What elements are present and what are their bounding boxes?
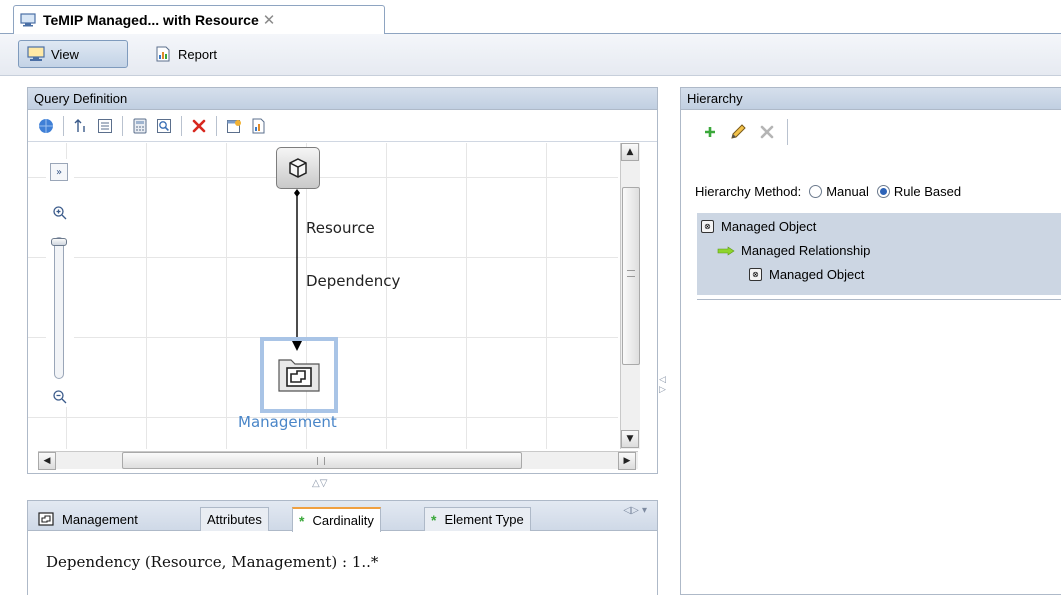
tab-temip-managed[interactable]: TeMIP Managed... with Resource ✕ [13,5,385,34]
details-tab-bar: Management Attributes * Cardinality * El… [28,501,657,532]
zoom-out-icon[interactable] [52,389,68,405]
hierarchy-tree-divider [697,299,1061,300]
tab-attributes[interactable]: Attributes [200,507,269,531]
tab-attributes-label: Attributes [207,512,262,527]
zoom-control: » [46,159,74,407]
list-icon[interactable] [95,116,115,136]
star-icon: * [299,512,305,529]
report-icon[interactable] [248,116,268,136]
zoom-rectangle-icon[interactable] [154,116,174,136]
hierarchy-panel: Hierarchy Hierarchy Method: Manual Rule … [680,87,1061,595]
hierarchy-tree: ⊗ Managed Object Managed Relationship ⊗ … [697,213,1061,295]
tab-cardinality[interactable]: * Cardinality [292,507,381,532]
canvas-horizontal-scrollbar[interactable]: ◀ ▶ [38,451,638,470]
tab-strip: TeMIP Managed... with Resource ✕ [0,0,1061,34]
rule-based-radio[interactable] [876,185,890,198]
add-icon[interactable] [703,125,717,139]
resource-node[interactable] [276,147,320,189]
vertical-splitter-handle[interactable]: ◁ ▷ [659,375,666,395]
canvas-vertical-scrollbar[interactable]: ▲ ▼ [620,143,640,449]
report-icon [156,46,170,62]
main-toolbar: View Report [0,34,1061,76]
scroll-down-icon[interactable]: ▼ [621,430,639,448]
delete-icon[interactable] [189,116,209,136]
management-icon [278,359,320,392]
cardinality-text: Dependency (Resource, Management) : 1..* [46,553,379,571]
monitor-icon [27,46,45,61]
horizontal-scroll-thumb[interactable] [122,452,522,469]
properties-icon[interactable] [224,116,244,136]
monitor-icon [20,13,36,27]
management-node[interactable] [276,351,322,395]
resource-label: Resource [306,219,375,237]
hierarchy-toolbar [681,110,1061,154]
tab-scroll-arrows-icon[interactable]: ◁▷ ▾ [623,505,647,516]
rule-based-label[interactable]: Rule Based [894,184,961,199]
scroll-left-icon[interactable]: ◀ [38,452,56,470]
management-icon [38,512,54,526]
tab-element-type-label: Element Type [444,512,524,527]
tab-cardinality-label: Cardinality [312,513,374,528]
tree-item-label: Managed Object [721,219,817,234]
cube-icon [289,158,307,178]
tab-management-label: Management [62,511,138,527]
cube-icon: ⊗ [701,220,714,233]
tab-management: Management [32,507,144,531]
tab-title: TeMIP Managed... with Resource [43,12,259,28]
report-label: Report [178,46,218,62]
cube-icon: ⊗ [749,268,762,281]
scroll-up-icon[interactable]: ▲ [621,143,639,161]
close-icon[interactable]: ✕ [263,12,276,28]
manual-label[interactable]: Manual [826,184,869,199]
tree-item[interactable]: ⊗ Managed Object [749,267,864,282]
arrow-right-icon [717,245,735,256]
query-canvas[interactable]: » Resource Dependency Management [28,143,618,449]
tab-element-type[interactable]: * Element Type [424,507,531,531]
edit-pencil-icon[interactable] [729,123,747,141]
globe-icon[interactable] [36,116,56,136]
zoom-slider-thumb[interactable] [51,238,67,246]
calculator-icon[interactable] [130,116,150,136]
star-icon: * [431,511,437,528]
view-label: View [51,46,79,62]
query-definition-header: Query Definition [28,88,657,110]
query-toolbar [28,110,657,142]
details-panel: Management Attributes * Cardinality * El… [27,500,658,595]
manual-radio[interactable] [809,185,823,198]
dependency-label: Dependency [306,272,401,290]
hierarchy-header: Hierarchy [681,88,1061,110]
zoom-in-icon[interactable] [52,205,68,221]
zoom-slider[interactable] [51,237,67,379]
report-button[interactable]: Report [146,40,246,68]
tree-item[interactable]: Managed Relationship [717,243,870,258]
management-label: Management [238,413,337,431]
expand-icon[interactable]: » [50,163,68,181]
hierarchy-method: Hierarchy Method: Manual Rule Based [695,184,961,199]
hierarchy-method-label: Hierarchy Method: [695,184,802,199]
tree-item-label: Managed Relationship [741,243,871,258]
tree-item[interactable]: ⊗ Managed Object [701,219,816,234]
dependency-link[interactable] [290,187,304,357]
query-definition-panel: Query Definition » Resource Dependency M… [27,87,658,474]
tree-item-label: Managed Object [769,267,865,282]
scroll-right-icon[interactable]: ▶ [618,452,636,470]
delete-icon[interactable] [759,124,775,140]
vertical-scroll-thumb[interactable] [622,187,640,365]
horizontal-splitter-handle[interactable]: △▽ [312,478,327,489]
view-button[interactable]: View [18,40,128,68]
sort-icon[interactable] [71,116,91,136]
